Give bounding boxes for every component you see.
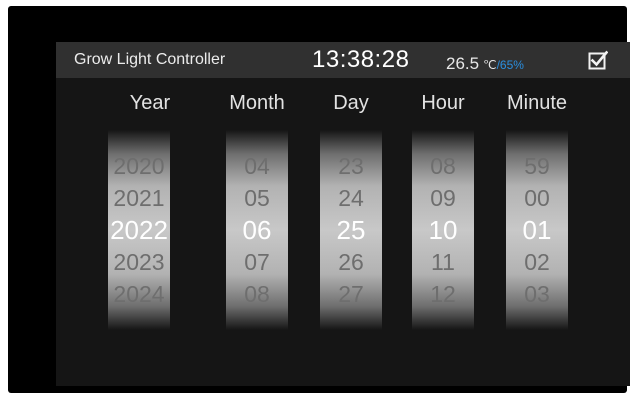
- hour-option[interactable]: 08: [412, 150, 474, 182]
- year-option[interactable]: 2023: [108, 246, 170, 278]
- minute-picker-wheel[interactable]: 59 00 01 02 03: [506, 130, 568, 330]
- year-option[interactable]: 2021: [108, 182, 170, 214]
- hour-option[interactable]: 12: [412, 278, 474, 310]
- year-option[interactable]: 2024: [108, 278, 170, 310]
- hour-option[interactable]: 11: [412, 246, 474, 278]
- month-selected-option[interactable]: 06: [226, 214, 288, 246]
- day-label: Day: [333, 92, 369, 114]
- day-picker-wheel[interactable]: 23 24 25 26 27: [320, 130, 382, 330]
- year-selected-option[interactable]: 2022: [108, 214, 170, 246]
- confirm-checkbox-icon[interactable]: [588, 50, 608, 70]
- month-picker-wheel[interactable]: 04 05 06 07 08: [226, 130, 288, 330]
- day-option[interactable]: 27: [320, 278, 382, 310]
- year-picker-wheel[interactable]: 2020 2021 2022 2023 2024: [108, 130, 170, 330]
- minute-option[interactable]: 02: [506, 246, 568, 278]
- month-option[interactable]: 04: [226, 150, 288, 182]
- device-bezel: Grow Light Controller 13:38:28 26.5 ℃/65%…: [8, 6, 630, 393]
- month-label: Month: [229, 92, 285, 114]
- humidity-value: 65%: [499, 58, 524, 72]
- year-label: Year: [129, 92, 171, 114]
- month-option[interactable]: 08: [226, 278, 288, 310]
- month-option[interactable]: 05: [226, 182, 288, 214]
- month-option[interactable]: 07: [226, 246, 288, 278]
- hour-picker-wheel[interactable]: 08 09 10 11 12: [412, 130, 474, 330]
- checkbox-checked-icon: [588, 50, 608, 70]
- lcd-screen: Grow Light Controller 13:38:28 26.5 ℃/65%…: [56, 42, 630, 386]
- environment-readout: 26.5 ℃/65%: [446, 46, 524, 83]
- year-option[interactable]: 2020: [108, 150, 170, 182]
- hour-selected-option[interactable]: 10: [412, 214, 474, 246]
- temperature-value: 26.5: [446, 54, 480, 73]
- day-selected-option[interactable]: 25: [320, 214, 382, 246]
- minute-option[interactable]: 00: [506, 182, 568, 214]
- day-option[interactable]: 24: [320, 182, 382, 214]
- hour-label: Hour: [421, 92, 465, 114]
- clock-display: 13:38:28: [312, 46, 410, 73]
- status-header: Grow Light Controller 13:38:28 26.5 ℃/65%: [56, 42, 630, 78]
- minute-selected-option[interactable]: 01: [506, 214, 568, 246]
- temperature-unit: ℃: [483, 58, 497, 72]
- day-option[interactable]: 23: [320, 150, 382, 182]
- minute-label: Minute: [506, 92, 568, 114]
- day-option[interactable]: 26: [320, 246, 382, 278]
- hour-option[interactable]: 09: [412, 182, 474, 214]
- minute-option[interactable]: 03: [506, 278, 568, 310]
- minute-option[interactable]: 59: [506, 150, 568, 182]
- app-title: Grow Light Controller: [74, 51, 226, 68]
